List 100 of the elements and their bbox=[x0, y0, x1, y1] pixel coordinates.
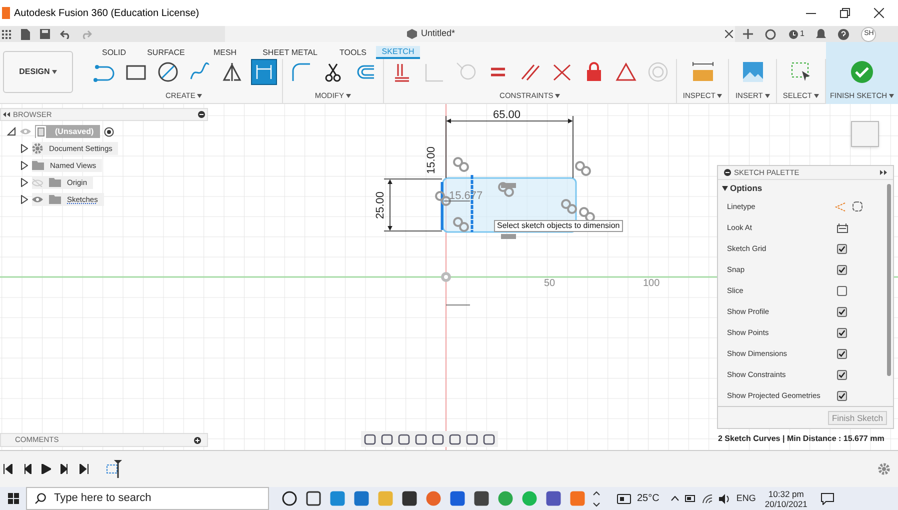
eye-icon[interactable] bbox=[32, 196, 43, 203]
mirror-icon bbox=[220, 61, 243, 83]
step-back-icon[interactable] bbox=[22, 464, 32, 474]
triangle-icon bbox=[614, 61, 637, 83]
plus-icon[interactable] bbox=[743, 29, 753, 39]
wifi-icon[interactable] bbox=[702, 494, 714, 504]
caret-icon bbox=[889, 94, 894, 98]
constraint-icon bbox=[453, 157, 469, 172]
caret-icon bbox=[197, 94, 202, 98]
step-forward-icon[interactable] bbox=[60, 464, 70, 474]
cube-icon bbox=[407, 29, 417, 39]
temperature[interactable]: 25°C bbox=[637, 491, 660, 506]
skip-start-icon[interactable] bbox=[3, 464, 13, 474]
tool-button[interactable] bbox=[252, 60, 276, 84]
circle-icon bbox=[156, 61, 179, 83]
centerline-icon[interactable] bbox=[852, 201, 863, 212]
document-tab[interactable]: Untitled* bbox=[225, 26, 735, 42]
chevron-icon[interactable] bbox=[593, 490, 600, 506]
expand-toggle-icon[interactable] bbox=[21, 144, 28, 153]
timeline-sketch-icon[interactable] bbox=[106, 460, 122, 478]
collapse-icon[interactable] bbox=[3, 112, 10, 117]
dimension-text: 15.677 bbox=[449, 189, 483, 204]
checkbox[interactable] bbox=[837, 348, 847, 358]
checkbox[interactable] bbox=[837, 328, 847, 338]
app-logo-icon bbox=[2, 7, 10, 19]
search-field[interactable]: Type here to search bbox=[26, 487, 269, 510]
expand-icon[interactable] bbox=[880, 170, 887, 175]
job-count: 1 bbox=[800, 28, 804, 40]
document-title: Untitled* bbox=[421, 27, 456, 40]
ribbon-tab[interactable]: MESH bbox=[200, 46, 250, 59]
close-icon bbox=[874, 8, 884, 18]
clock-icon[interactable] bbox=[788, 28, 799, 40]
dimension-line bbox=[446, 304, 470, 306]
caret-icon bbox=[52, 70, 57, 74]
gear-icon bbox=[32, 143, 43, 154]
settings-icon[interactable] bbox=[878, 463, 890, 475]
caret-icon bbox=[717, 94, 722, 98]
section-title: Options bbox=[730, 182, 762, 194]
caret-icon bbox=[764, 94, 770, 98]
ruler-icon bbox=[692, 61, 714, 83]
language-indicator[interactable]: ENG bbox=[736, 492, 756, 506]
ribbon-tab[interactable]: SOLID bbox=[96, 46, 132, 59]
checkbox[interactable] bbox=[837, 286, 847, 296]
close-icon[interactable] bbox=[725, 30, 733, 38]
window-title: Autodesk Fusion 360 (Education License) bbox=[14, 6, 200, 20]
tool-button[interactable] bbox=[690, 60, 715, 84]
checkbox[interactable] bbox=[837, 244, 847, 254]
save-icon[interactable] bbox=[40, 29, 50, 39]
bell-icon[interactable] bbox=[816, 28, 826, 40]
expand-toggle-icon[interactable] bbox=[7, 127, 16, 136]
horizontal-constraint-icon bbox=[501, 234, 516, 239]
ribbon-tab[interactable]: TOOLS bbox=[330, 46, 376, 59]
axis-label: 50 bbox=[544, 277, 556, 291]
play-icon[interactable] bbox=[41, 464, 51, 474]
undo-icon[interactable] bbox=[60, 30, 71, 38]
skip-end-icon[interactable] bbox=[79, 464, 89, 474]
constraint-icon bbox=[575, 161, 591, 176]
expand-toggle-icon[interactable] bbox=[21, 161, 28, 170]
checkbox[interactable] bbox=[837, 264, 847, 274]
section-caret-icon[interactable] bbox=[722, 186, 728, 190]
checkbox[interactable] bbox=[837, 370, 847, 380]
speaker-icon[interactable] bbox=[719, 494, 730, 504]
perpendicular-icon bbox=[422, 61, 445, 83]
dimension-text: 25.00 bbox=[374, 191, 388, 220]
help-icon[interactable] bbox=[838, 28, 850, 40]
ribbon-tab[interactable]: SURFACE bbox=[132, 46, 200, 59]
minimize-icon bbox=[806, 12, 816, 14]
origin-point bbox=[441, 272, 451, 282]
ribbon-tab[interactable]: SHEET METAL bbox=[250, 46, 330, 59]
expand-toggle-icon[interactable] bbox=[21, 178, 28, 187]
minus-circle-icon[interactable] bbox=[198, 111, 205, 118]
minus-circle-icon[interactable] bbox=[724, 169, 731, 176]
battery-icon[interactable] bbox=[685, 495, 696, 502]
workspace-dropdown[interactable]: DESIGN bbox=[3, 51, 73, 93]
restore-icon bbox=[840, 8, 850, 18]
dimension-text: 65.00 bbox=[493, 108, 521, 123]
search-input[interactable]: Type here to search bbox=[54, 490, 260, 507]
check-circle-icon bbox=[851, 61, 873, 83]
checkbox[interactable] bbox=[837, 306, 847, 316]
clock[interactable]: 10:32 pm 20/10/2021 bbox=[764, 488, 808, 508]
constraint-icon bbox=[435, 191, 451, 206]
plus-circle-icon[interactable] bbox=[194, 436, 201, 444]
component-icon bbox=[36, 126, 46, 138]
caret-icon bbox=[814, 94, 819, 98]
tool-button[interactable] bbox=[220, 60, 244, 84]
constraint-icon bbox=[561, 199, 577, 214]
weather-icon[interactable] bbox=[617, 494, 631, 504]
tool-button[interactable] bbox=[156, 60, 180, 84]
expand-toggle-icon[interactable] bbox=[21, 195, 28, 204]
checkbox[interactable] bbox=[837, 390, 847, 400]
notification-icon[interactable] bbox=[821, 492, 834, 504]
windows-icon bbox=[8, 493, 18, 504]
file-icon[interactable] bbox=[21, 28, 30, 40]
chevron-up-icon[interactable] bbox=[671, 496, 680, 501]
scrollbar[interactable] bbox=[887, 184, 891, 376]
look-at-icon[interactable] bbox=[837, 222, 848, 232]
horizontal-constraint-icon bbox=[501, 183, 516, 188]
grid-menu-icon[interactable] bbox=[2, 30, 11, 38]
selection-icon bbox=[790, 61, 812, 83]
caret-icon bbox=[346, 94, 351, 98]
